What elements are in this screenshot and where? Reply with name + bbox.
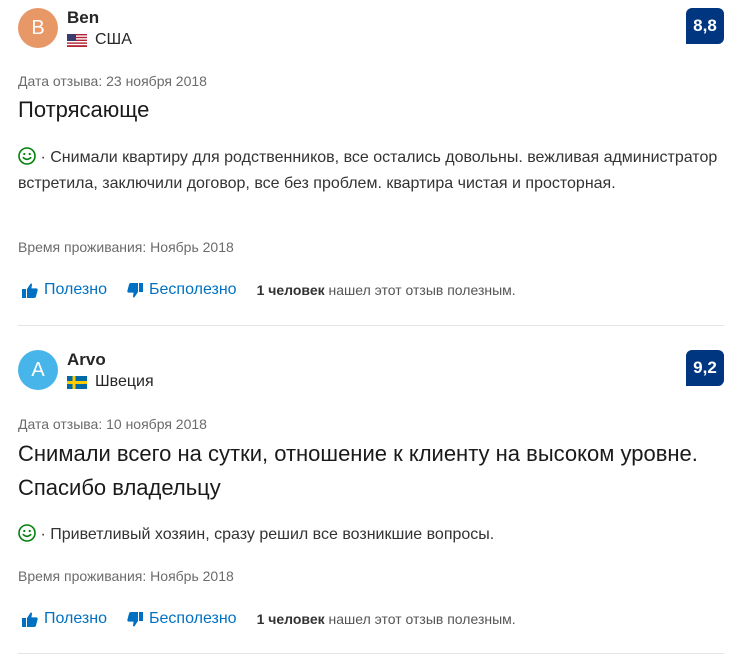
- review-card: A Arvo Швеция 9,2 Дата отзыва: 10 ноября…: [18, 330, 724, 666]
- reviewer-country: США: [67, 31, 132, 49]
- not-helpful-label: Бесполезно: [149, 610, 237, 627]
- review-actions: Полезно Бесполезно 1 человек нашел этот …: [22, 610, 516, 628]
- positive-text: Снимали квартиру для родственников, все …: [18, 149, 718, 192]
- helpful-button[interactable]: Полезно: [22, 610, 107, 628]
- helpful-label: Полезно: [44, 281, 107, 298]
- positive-text: Приветливый хозяин, сразу решил все возн…: [50, 526, 495, 543]
- score-badge: 8,8: [686, 8, 724, 44]
- review-positive-text: · Приветливый хозяин, сразу решил все во…: [18, 522, 718, 548]
- usa-flag-icon: [67, 33, 87, 47]
- review-date: Дата отзыва: 23 ноября 2018: [18, 73, 207, 89]
- smile-icon: [18, 524, 36, 542]
- review-date: Дата отзыва: 10 ноября 2018: [18, 416, 207, 432]
- helpful-suffix: нашел этот отзыв полезным.: [328, 611, 516, 627]
- score-badge: 9,2: [686, 350, 724, 386]
- thumbs-up-icon: [22, 612, 38, 627]
- smile-icon: [18, 147, 36, 165]
- avatar: B: [18, 8, 58, 48]
- divider: [18, 653, 724, 654]
- helpful-count-text: 1 человек нашел этот отзыв полезным.: [257, 282, 516, 298]
- thumbs-down-icon: [127, 282, 143, 297]
- reviewer-name: Arvo: [67, 350, 106, 369]
- reviewer-country: Швеция: [67, 373, 154, 391]
- review-positive-text: · Снимали квартиру для родственников, вс…: [18, 145, 718, 197]
- helpful-count: 1 человек: [256, 611, 325, 627]
- helpful-count: 1 человек: [256, 282, 325, 298]
- bullet-separator: ·: [40, 149, 51, 166]
- sweden-flag-icon: [67, 375, 87, 389]
- helpful-button[interactable]: Полезно: [22, 281, 107, 299]
- avatar: A: [18, 350, 58, 390]
- helpful-count-text: 1 человек нашел этот отзыв полезным.: [257, 611, 516, 627]
- review-actions: Полезно Бесполезно 1 человек нашел этот …: [22, 281, 516, 299]
- thumbs-down-icon: [127, 611, 143, 626]
- reviewer-name: Ben: [67, 8, 100, 27]
- review-card: B Ben США 8,8 Дата отзыва: 23 ноября 201…: [18, 0, 724, 330]
- not-helpful-button[interactable]: Бесполезно: [127, 610, 237, 628]
- review-title: Снимали всего на сутки, отношение к клие…: [18, 441, 698, 500]
- bullet-separator: ·: [40, 526, 51, 543]
- stay-date: Время проживания: Ноябрь 2018: [18, 568, 234, 584]
- country-name: Швеция: [95, 373, 154, 390]
- helpful-label: Полезно: [44, 610, 107, 627]
- not-helpful-label: Бесполезно: [149, 281, 237, 298]
- divider: [18, 325, 724, 326]
- thumbs-up-icon: [22, 283, 38, 298]
- review-title: Потрясающе: [18, 97, 150, 122]
- helpful-suffix: нашел этот отзыв полезным.: [328, 282, 516, 298]
- country-name: США: [95, 31, 132, 48]
- stay-date: Время проживания: Ноябрь 2018: [18, 239, 234, 255]
- not-helpful-button[interactable]: Бесполезно: [127, 281, 237, 299]
